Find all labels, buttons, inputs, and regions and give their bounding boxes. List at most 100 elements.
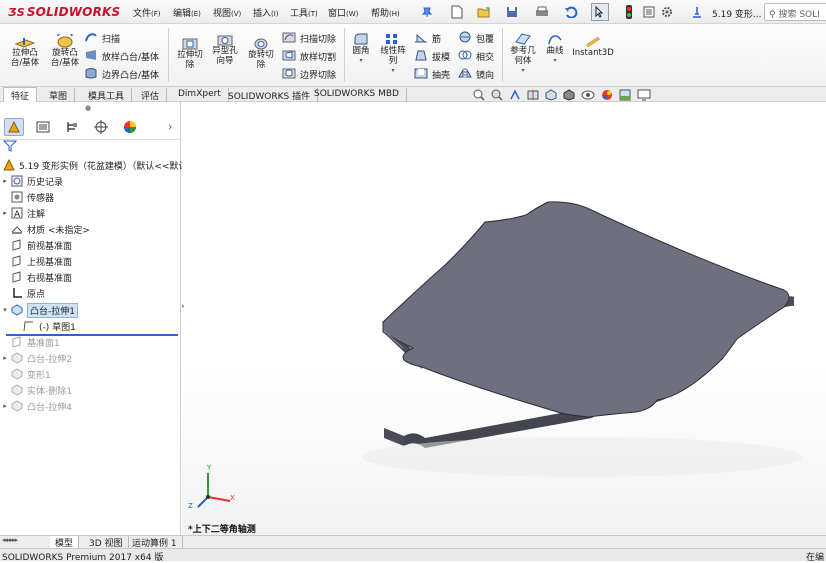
tree-item-sensors[interactable]: 传感器	[0, 189, 180, 205]
loft-boss-button[interactable]: 放样凸台/基体	[84, 49, 159, 64]
sweep-button[interactable]: 扫描	[84, 31, 120, 46]
revolve-cut-button[interactable]: 旋转切除	[245, 36, 277, 70]
open-document-icon[interactable]	[475, 3, 493, 21]
boundary-boss-button[interactable]: 边界凸台/基体	[84, 67, 159, 82]
view-orientation-icon[interactable]	[545, 89, 557, 104]
tree-item-plane1[interactable]: 基准面1	[0, 334, 180, 350]
status-product-label: SOLIDWORKS Premium 2017 x64 版	[2, 553, 164, 563]
menu-window[interactable]: 窗口(W)	[328, 6, 358, 19]
expand-arrow-icon[interactable]: ▸	[0, 354, 10, 362]
display-style-icon[interactable]	[563, 89, 575, 104]
tab-sketch[interactable]: 草图	[42, 88, 76, 102]
history-icon	[10, 175, 24, 187]
edit-appearance-icon[interactable]	[601, 89, 613, 104]
rib-button[interactable]: 筋	[414, 31, 441, 46]
tab-model[interactable]: 模型	[50, 536, 80, 549]
tree-item-material[interactable]: 材质 <未指定>	[0, 221, 180, 237]
configuration-manager-tab-icon[interactable]	[62, 118, 82, 136]
feature-manager-tab-icon[interactable]	[4, 118, 24, 136]
tab-3d-view[interactable]: 3D 视图	[84, 536, 129, 549]
panel-grip-icon[interactable]: ●	[85, 104, 91, 112]
tab-evaluate[interactable]: 评估	[134, 88, 168, 102]
loft-cut-icon	[282, 49, 296, 64]
tree-item-boss-extrude2[interactable]: ▸ 凸台-拉伸2	[0, 350, 180, 366]
menu-edit[interactable]: 编辑(E)	[173, 6, 201, 19]
intersect-button[interactable]: 相交	[458, 49, 494, 64]
rebuild-icon[interactable]	[688, 3, 706, 21]
expand-arrow-icon[interactable]: ▸	[0, 177, 10, 185]
select-cursor-icon[interactable]	[591, 3, 609, 21]
file-properties-icon[interactable]	[640, 3, 658, 21]
expand-arrow-icon[interactable]: ▸	[0, 209, 10, 217]
fillet-button[interactable]: 圆角 ▾	[348, 32, 374, 66]
tree-item-origin[interactable]: 原点	[0, 285, 180, 301]
menu-file[interactable]: 文件(F)	[133, 6, 161, 19]
menu-tools[interactable]: 工具(T)	[290, 6, 318, 19]
draft-button[interactable]: 拔模	[414, 49, 450, 64]
tree-item-sketch1[interactable]: (-) 草图1	[0, 318, 180, 334]
sweep-cut-button[interactable]: 扫描切除	[282, 31, 336, 46]
shell-button[interactable]: 抽壳	[414, 67, 450, 82]
tree-item-front-plane[interactable]: 前视基准面	[0, 237, 180, 253]
display-manager-tab-icon[interactable]	[120, 118, 140, 136]
tree-item-history[interactable]: ▸ 历史记录	[0, 173, 180, 189]
tree-item-body-delete1[interactable]: 实体-删除1	[0, 382, 180, 398]
extrude-cut-button[interactable]: 拉伸切除	[174, 36, 206, 70]
extrude-boss-button[interactable]: 拉伸凸台/基体	[5, 34, 45, 68]
tree-root-part[interactable]: 5.19 变形实例（花盆建模）（默认<<默认	[0, 157, 187, 173]
menu-view[interactable]: 视图(V)	[213, 6, 241, 19]
sketch-icon	[22, 320, 36, 332]
tree-item-deform1[interactable]: 变形1	[0, 366, 180, 382]
menu-insert[interactable]: 插入(I)	[253, 6, 279, 19]
previous-view-icon[interactable]	[509, 89, 521, 104]
property-manager-tab-icon[interactable]	[33, 118, 53, 136]
boundary-cut-button[interactable]: 边界切除	[282, 67, 336, 82]
new-document-icon[interactable]	[448, 3, 466, 21]
loft-icon	[84, 49, 98, 64]
pin-icon[interactable]	[418, 3, 436, 21]
panel-collapse-handle[interactable]: ◂	[182, 302, 186, 322]
collapse-arrow-icon[interactable]: ▾	[0, 306, 10, 314]
tab-motion-study[interactable]: 运动算例 1	[127, 536, 183, 549]
dimxpert-manager-tab-icon[interactable]	[91, 118, 111, 136]
reference-geometry-button[interactable]: 参考几何体 ▾	[506, 32, 540, 76]
linear-pattern-button[interactable]: 线性阵列 ▾	[376, 32, 410, 76]
instant3d-button[interactable]: Instant3D	[572, 34, 614, 58]
save-icon[interactable]	[503, 3, 521, 21]
view-settings-icon[interactable]	[637, 89, 651, 104]
revolve-boss-button[interactable]: 旋转凸台/基体	[45, 34, 85, 68]
graphics-viewport[interactable]: Y X Z *上下二等角轴测 ◂	[182, 102, 826, 535]
hide-show-items-icon[interactable]	[581, 90, 595, 103]
hole-wizard-button[interactable]: 异型孔向导	[208, 34, 242, 66]
undo-icon[interactable]	[562, 3, 580, 21]
wrap-button[interactable]: 包覆	[458, 31, 494, 46]
options-gear-icon[interactable]	[658, 3, 676, 21]
tab-mold-tools[interactable]: 模具工具	[81, 88, 133, 102]
search-input[interactable]: ⚲ 搜索 SOLI	[764, 3, 826, 21]
print-icon[interactable]	[533, 3, 551, 21]
tree-item-boss-extrude4[interactable]: ▸ 凸台-拉伸4	[0, 398, 180, 414]
apply-scene-icon[interactable]	[619, 89, 631, 104]
mirror-button[interactable]: 镜向	[458, 67, 494, 82]
expand-arrow-icon[interactable]: ▸	[0, 402, 10, 410]
tree-item-top-plane[interactable]: 上视基准面	[0, 253, 180, 269]
tab-solidworks-addins[interactable]: SOLIDWORKS 插件	[221, 88, 319, 102]
panel-expand-arrow-icon[interactable]: ›	[168, 120, 172, 133]
zoom-to-fit-icon[interactable]	[473, 89, 485, 104]
menu-help[interactable]: 帮助(H)	[371, 6, 400, 19]
section-view-icon[interactable]	[527, 89, 539, 104]
draft-icon	[414, 49, 428, 64]
tree-item-boss-extrude1[interactable]: ▾ 凸台-拉伸1	[0, 302, 180, 318]
origin-icon	[10, 287, 24, 299]
filter-icon[interactable]	[2, 140, 18, 155]
tree-item-annotations[interactable]: ▸ A 注解	[0, 205, 180, 221]
zoom-to-area-icon[interactable]	[491, 89, 503, 104]
tab-features[interactable]: 特征	[3, 87, 38, 103]
tab-scroll-arrows-icon[interactable]: ◂◂◂▸▸▸	[2, 536, 18, 544]
intersect-icon	[458, 49, 472, 64]
loft-cut-button[interactable]: 放样切割	[282, 49, 336, 64]
curves-button[interactable]: 曲线 ▾	[542, 32, 568, 66]
tree-item-right-plane[interactable]: 右视基准面	[0, 269, 180, 285]
traffic-light-icon[interactable]	[620, 3, 638, 21]
tab-solidworks-mbd[interactable]: SOLIDWORKS MBD	[307, 88, 407, 102]
